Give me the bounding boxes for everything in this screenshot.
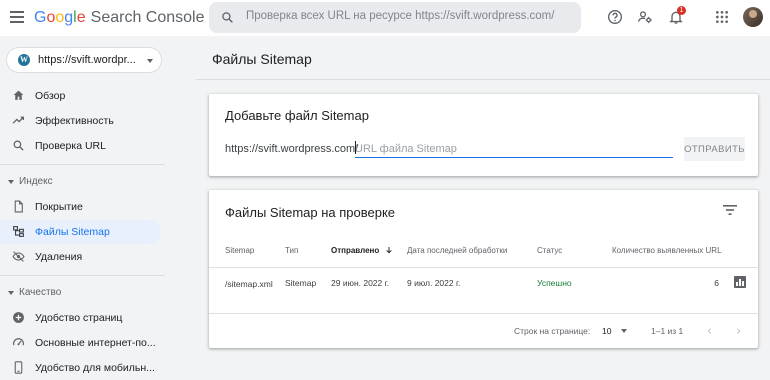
table-cell-last-read: 9 июл. 2022 г. [407, 278, 461, 288]
page-title: Файлы Sitemap [212, 51, 312, 67]
table-divider [209, 267, 758, 268]
table-cell-type: Sitemap [285, 278, 317, 288]
manage-users-icon[interactable] [637, 9, 653, 25]
search-console-logo[interactable]: Google Search Console [34, 9, 204, 27]
speed-icon [13, 338, 24, 346]
column-header-status[interactable]: Статус [537, 246, 562, 255]
top-app-bar: GoogleSearch Console 1 [0, 0, 770, 36]
account-avatar[interactable] [743, 7, 763, 27]
table-cell-status: Успешно [537, 278, 572, 288]
phone-icon [14, 361, 23, 374]
trending-icon [12, 116, 24, 124]
sitemap-url-input[interactable] [355, 138, 673, 158]
url-inspection-search[interactable] [209, 2, 581, 33]
apps-grid-icon[interactable] [714, 9, 730, 25]
sitemap-icon [13, 226, 24, 237]
sidebar-section-index[interactable]: Индекс [0, 172, 161, 192]
bar-chart-icon[interactable] [734, 276, 746, 288]
menu-icon[interactable] [10, 11, 24, 23]
property-selector[interactable]: W https://svift.wordpr... [6, 47, 162, 73]
collapse-triangle-icon [8, 180, 14, 184]
card-title: Файлы Sitemap на проверке [225, 205, 396, 220]
next-page-icon[interactable]: › [736, 324, 741, 339]
sidebar-item-removals[interactable]: Удаления [0, 245, 161, 269]
sidebar-item-url-inspection[interactable]: Проверка URL [0, 134, 161, 158]
sidebar-divider [0, 164, 165, 165]
submitted-sitemaps-card: Файлы Sitemap на проверке Sitemap Тип От… [209, 190, 758, 348]
column-header-sitemap[interactable]: Sitemap [225, 246, 254, 255]
card-title: Добавьте файл Sitemap [225, 108, 369, 123]
document-icon [14, 200, 23, 213]
filter-icon[interactable] [723, 205, 737, 215]
visibility-off-icon [12, 251, 25, 262]
search-input[interactable] [246, 10, 566, 22]
text-cursor [355, 141, 356, 154]
previous-page-icon[interactable]: ‹ [707, 324, 712, 339]
column-header-submitted[interactable]: Отправлено [331, 246, 393, 255]
sidebar-item-core-web-vitals[interactable]: Основные интернет-по... [0, 331, 161, 355]
search-icon [222, 12, 233, 23]
search-icon [13, 140, 24, 151]
submit-button[interactable]: ОТПРАВИТЬ [684, 137, 745, 161]
sidebar-item-performance[interactable]: Эффективность [0, 109, 161, 133]
sidebar-item-sitemaps[interactable]: Файлы Sitemap [0, 220, 161, 244]
sidebar-divider [0, 275, 165, 276]
property-url: https://svift.wordpr... [38, 54, 136, 66]
title-divider [196, 79, 770, 80]
pagination-range: 1–1 из 1 [651, 326, 684, 336]
sidebar-item-page-experience[interactable]: Удобство страниц [0, 306, 161, 330]
arrow-down-icon [385, 247, 392, 254]
table-cell-submitted: 29 июн. 2022 г. [331, 278, 390, 288]
add-sitemap-card: Добавьте файл Sitemap https://svift.word… [209, 94, 758, 176]
sidebar-section-quality[interactable]: Качество [0, 283, 161, 303]
chevron-down-icon[interactable] [621, 329, 627, 333]
rows-per-page-select[interactable]: 10 [602, 326, 611, 336]
home-icon [13, 90, 24, 100]
sidebar-item-mobile-usability[interactable]: Удобство для мобильн... [0, 356, 161, 380]
sidebar-item-coverage[interactable]: Покрытие [0, 195, 161, 219]
collapse-triangle-icon [8, 291, 14, 295]
table-cell-discovered-urls: 6 [714, 278, 719, 288]
rows-per-page-label: Строк на странице: [514, 326, 591, 336]
notification-badge: 1 [677, 6, 686, 15]
table-divider [209, 313, 758, 314]
table-cell-sitemap[interactable]: /sitemap.xml [225, 276, 273, 292]
add-circle-icon [13, 312, 24, 323]
column-header-type[interactable]: Тип [285, 246, 298, 255]
chevron-down-icon [147, 59, 153, 63]
column-header-discovered-urls[interactable]: Количество выявленных URL [612, 246, 722, 255]
column-header-last-read[interactable]: Дата последней обработки [407, 246, 507, 255]
sidebar-item-overview[interactable]: Обзор [0, 84, 161, 108]
url-prefix: https://svift.wordpress.com/ [225, 143, 359, 155]
wordpress-icon: W [18, 54, 30, 66]
help-icon[interactable] [607, 9, 623, 25]
